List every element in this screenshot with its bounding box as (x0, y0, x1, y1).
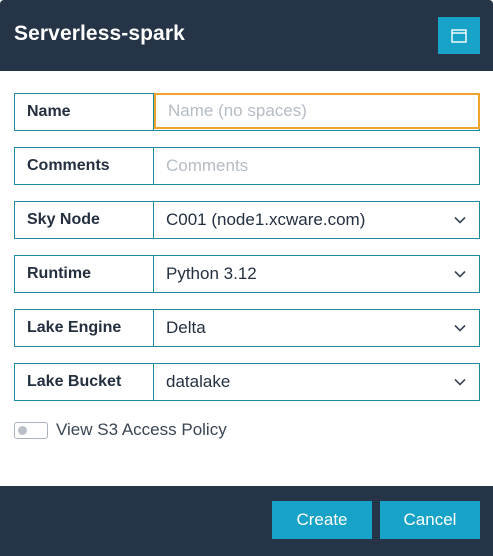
chevron-down-icon (454, 378, 466, 386)
maximize-button[interactable] (438, 17, 480, 54)
toggle-knob (18, 425, 27, 435)
runtime-select[interactable]: Python 3.12 (154, 256, 479, 292)
chevron-down-icon (454, 324, 466, 332)
chevron-down-icon (454, 270, 466, 278)
lake-bucket-row: Lake Bucket datalake (14, 363, 480, 401)
runtime-value: Python 3.12 (166, 264, 257, 283)
name-input[interactable] (168, 101, 466, 121)
comments-row: Comments (14, 147, 480, 185)
s3-policy-toggle[interactable] (14, 421, 48, 439)
window-icon (451, 28, 467, 43)
cancel-button[interactable]: Cancel (380, 501, 480, 539)
runtime-row: Runtime Python 3.12 (14, 255, 480, 293)
lake-engine-label: Lake Engine (15, 310, 154, 346)
chevron-down-icon (454, 216, 466, 224)
dialog-header: Serverless-spark (0, 0, 493, 71)
lake-bucket-value: datalake (166, 372, 231, 391)
s3-policy-toggle-row: View S3 Access Policy (14, 420, 227, 440)
s3-policy-toggle-label[interactable]: View S3 Access Policy (56, 420, 227, 440)
dialog-footer: Create Cancel (0, 486, 493, 556)
sky-node-select[interactable]: C001 (node1.xcware.com) (154, 202, 479, 238)
lake-engine-value: Delta (166, 318, 206, 337)
comments-field-wrap (154, 148, 479, 184)
name-label: Name (15, 94, 154, 130)
create-button[interactable]: Create (272, 501, 372, 539)
lake-engine-row: Lake Engine Delta (14, 309, 480, 347)
lake-engine-select[interactable]: Delta (154, 310, 479, 346)
lake-bucket-select[interactable]: datalake (154, 364, 479, 400)
name-field-wrap (154, 93, 480, 129)
sky-node-row: Sky Node C001 (node1.xcware.com) (14, 201, 480, 239)
dialog-title: Serverless-spark (14, 22, 185, 45)
sky-node-label: Sky Node (15, 202, 154, 238)
name-row: Name (14, 93, 480, 131)
comments-input[interactable] (166, 156, 467, 176)
comments-label: Comments (15, 148, 154, 184)
runtime-label: Runtime (15, 256, 154, 292)
sky-node-value: C001 (node1.xcware.com) (166, 210, 366, 229)
lake-bucket-label: Lake Bucket (15, 364, 154, 400)
